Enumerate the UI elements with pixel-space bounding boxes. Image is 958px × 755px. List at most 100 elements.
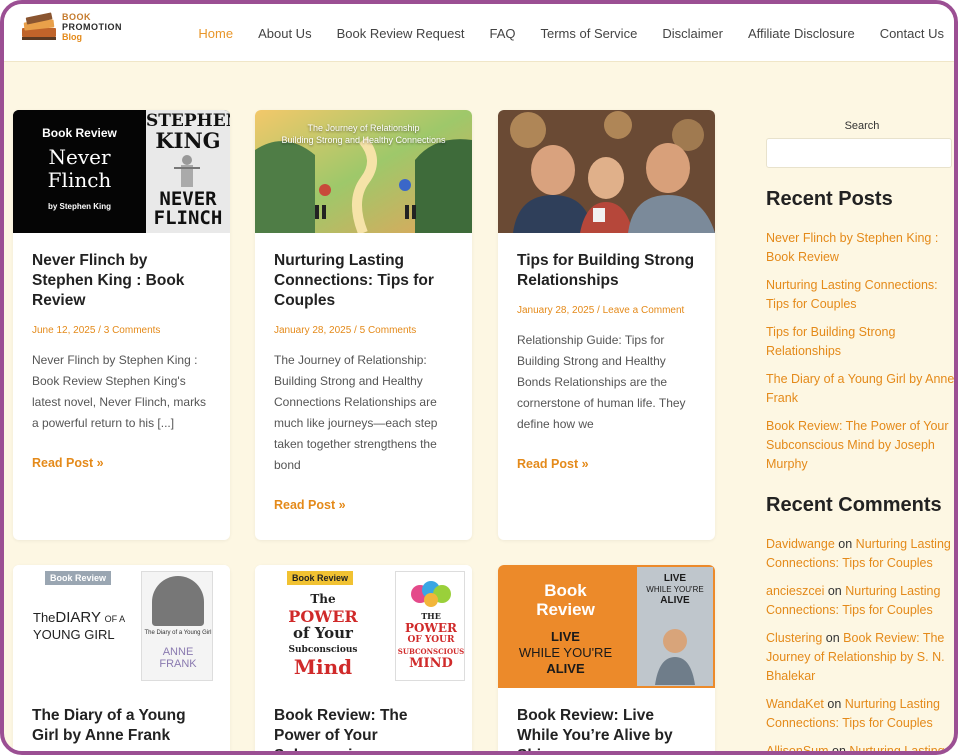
thumb-text: YOUNG GIRL [33,627,115,642]
comment-on-text: on [825,631,840,645]
cover-text: LIVE [663,573,687,584]
cover-text: ALIVE [660,595,690,606]
recent-post-link[interactable]: Nurturing Lasting Connections: Tips for … [766,276,954,314]
nav-home[interactable]: Home [198,26,233,41]
cover-author-line: KING [155,128,221,153]
post-thumbnail[interactable]: Book Review The POWER of Your Subconscio… [255,565,472,688]
nav-disclaimer[interactable]: Disclaimer [662,26,723,41]
anne-frank-portrait-icon [152,576,204,626]
post-card: Book Review Never Flinch by Stephen King… [13,110,230,540]
thumb-badge: Book Review [42,126,117,140]
logo-text-book: BOOK [62,12,91,22]
thumb-badge: Book Review [287,571,354,585]
thumb-text: The [310,592,336,606]
site-header: BOOK PROMOTION Blog Home About Us Book R… [4,4,954,62]
post-title[interactable]: Book Review: The Power of Your Subconsci… [274,706,453,751]
page-frame: BOOK PROMOTION Blog Home About Us Book R… [0,0,958,755]
post-excerpt: Relationship Guide: Tips for Building St… [517,333,686,431]
thumb-text: POWER [288,607,358,626]
cover-text: OF YOUR [407,635,455,645]
post-title[interactable]: Nurturing Lasting Connections: Tips for … [274,251,453,311]
nav-affiliate-disclosure[interactable]: Affiliate Disclosure [748,26,855,41]
comment-on-text: on [838,537,853,551]
post-thumbnail[interactable]: Book Review Never Flinch by Stephen King… [13,110,230,233]
colorful-brain-icon [410,580,452,608]
recent-comment: Davidwange on Nurturing Lasting Connecti… [766,535,954,573]
thumb-text: of Your [293,624,353,642]
logo-text-blog: Blog [62,32,82,42]
recent-comment: Clustering on Book Review: The Journey o… [766,629,954,686]
cover-text: The Diary of a Young Girl [144,630,212,636]
post-excerpt: Never Flinch by Stephen King : Book Revi… [32,353,207,430]
read-post-link[interactable]: Read Post » [32,456,104,470]
post-card: Book Review The POWER of Your Subconscio… [255,565,472,751]
site-logo[interactable]: BOOK PROMOTION Blog [18,10,122,44]
cover-text: POWER [404,621,458,635]
post-thumbnail[interactable]: The Journey of Relationship Building Str… [255,110,472,233]
cover-text: WHILE YOU'RE [646,585,704,594]
thumb-text: WHILE YOU'RE [518,645,613,660]
post-date[interactable]: January 28, 2025 [517,305,594,316]
post-comments-link[interactable]: Leave a Comment [603,305,685,316]
comment-author-link[interactable]: AllisonSum [766,744,829,751]
cover-text: FRANK [159,658,197,670]
nav-faq[interactable]: FAQ [489,26,515,41]
main-nav: Home About Us Book Review Request FAQ Te… [173,4,944,62]
comment-on-text: on [827,697,842,711]
recent-comment: WandaKet on Nurturing Lasting Connection… [766,695,954,733]
thumb-text: DIARY [55,609,101,626]
recent-post-link[interactable]: The Diary of a Young Girl by Anne Frank [766,370,954,408]
thumb-text: OF A [104,614,126,624]
nav-book-review-request[interactable]: Book Review Request [337,26,465,41]
post-card: Tips for Building Strong Relationships J… [498,110,715,540]
post-title[interactable]: The Diary of a Young Girl by Anne Frank [32,706,211,746]
post-meta: January 28, 2025 / 5 Comments [274,325,417,336]
thumb-title-line: Flinch [47,168,112,192]
post-comments-link[interactable]: 3 Comments [104,325,161,336]
thumb-caption: Building Strong and Healthy Connections [281,135,446,145]
post-date[interactable]: January 28, 2025 [274,325,351,336]
post-meta: June 12, 2025 / 3 Comments [32,325,161,336]
search-input[interactable] [766,138,952,168]
post-title[interactable]: Book Review: Live While You’re Alive by … [517,706,696,751]
post-excerpt: The Journey of Relationship: Building St… [274,353,438,472]
thumb-title-line: Never [48,145,111,169]
comment-on-text: on [832,744,846,755]
post-date[interactable]: June 12, 2025 [32,325,95,336]
read-post-link[interactable]: Read Post » [517,457,589,471]
post-title[interactable]: Tips for Building Strong Relationships [517,251,696,291]
comment-author-link[interactable]: WandaKet [766,697,824,711]
recent-posts-heading: Recent Posts [766,188,893,210]
statue-figure-icon [172,154,202,190]
recent-post-link[interactable]: Book Review: The Power of Your Subconsci… [766,417,954,474]
comment-author-link[interactable]: Davidwange [766,537,835,551]
sidebar: Search Recent Posts Never Flinch by Step… [766,114,954,755]
search-label: Search [844,120,880,132]
recent-comments-list: Davidwange on Nurturing Lasting Connecti… [766,535,954,755]
nav-about-us[interactable]: About Us [258,26,311,41]
thumb-text: The [33,610,56,625]
read-post-link[interactable]: Read Post » [274,498,346,512]
cover-title-line: FLINCH [153,207,223,229]
nav-terms-of-service[interactable]: Terms of Service [541,26,638,41]
post-thumbnail[interactable] [498,110,715,233]
post-thumbnail[interactable]: Book Review TheDIARY OF A YOUNG GIRL The… [13,565,230,688]
post-thumbnail[interactable]: Book Review LIVE WHILE YOU'RE ALIVE LIVE… [498,565,715,688]
recent-posts-list: Never Flinch by Stephen King : Book Revi… [766,229,954,474]
logo-text-promotion: PROMOTION [62,22,122,32]
author-portrait-icon [655,625,695,685]
thumb-byline: by Stephen King [47,202,112,211]
thumb-text: LIVE [551,629,580,644]
thumb-text: ALIVE [546,661,585,676]
thumb-text: Review [536,600,595,619]
nav-contact-us[interactable]: Contact Us [880,26,944,41]
post-comments-link[interactable]: 5 Comments [360,325,417,336]
cover-text: ANNE [162,646,194,658]
recent-comment: ancieszcei on Nurturing Lasting Connecti… [766,582,954,620]
recent-post-link[interactable]: Tips for Building Strong Relationships [766,323,954,361]
post-title[interactable]: Never Flinch by Stephen King : Book Revi… [32,251,211,311]
recent-post-link[interactable]: Never Flinch by Stephen King : Book Revi… [766,229,954,267]
comment-author-link[interactable]: ancieszcei [766,584,824,598]
post-meta: January 28, 2025 / Leave a Comment [517,305,685,316]
comment-author-link[interactable]: Clustering [766,631,822,645]
